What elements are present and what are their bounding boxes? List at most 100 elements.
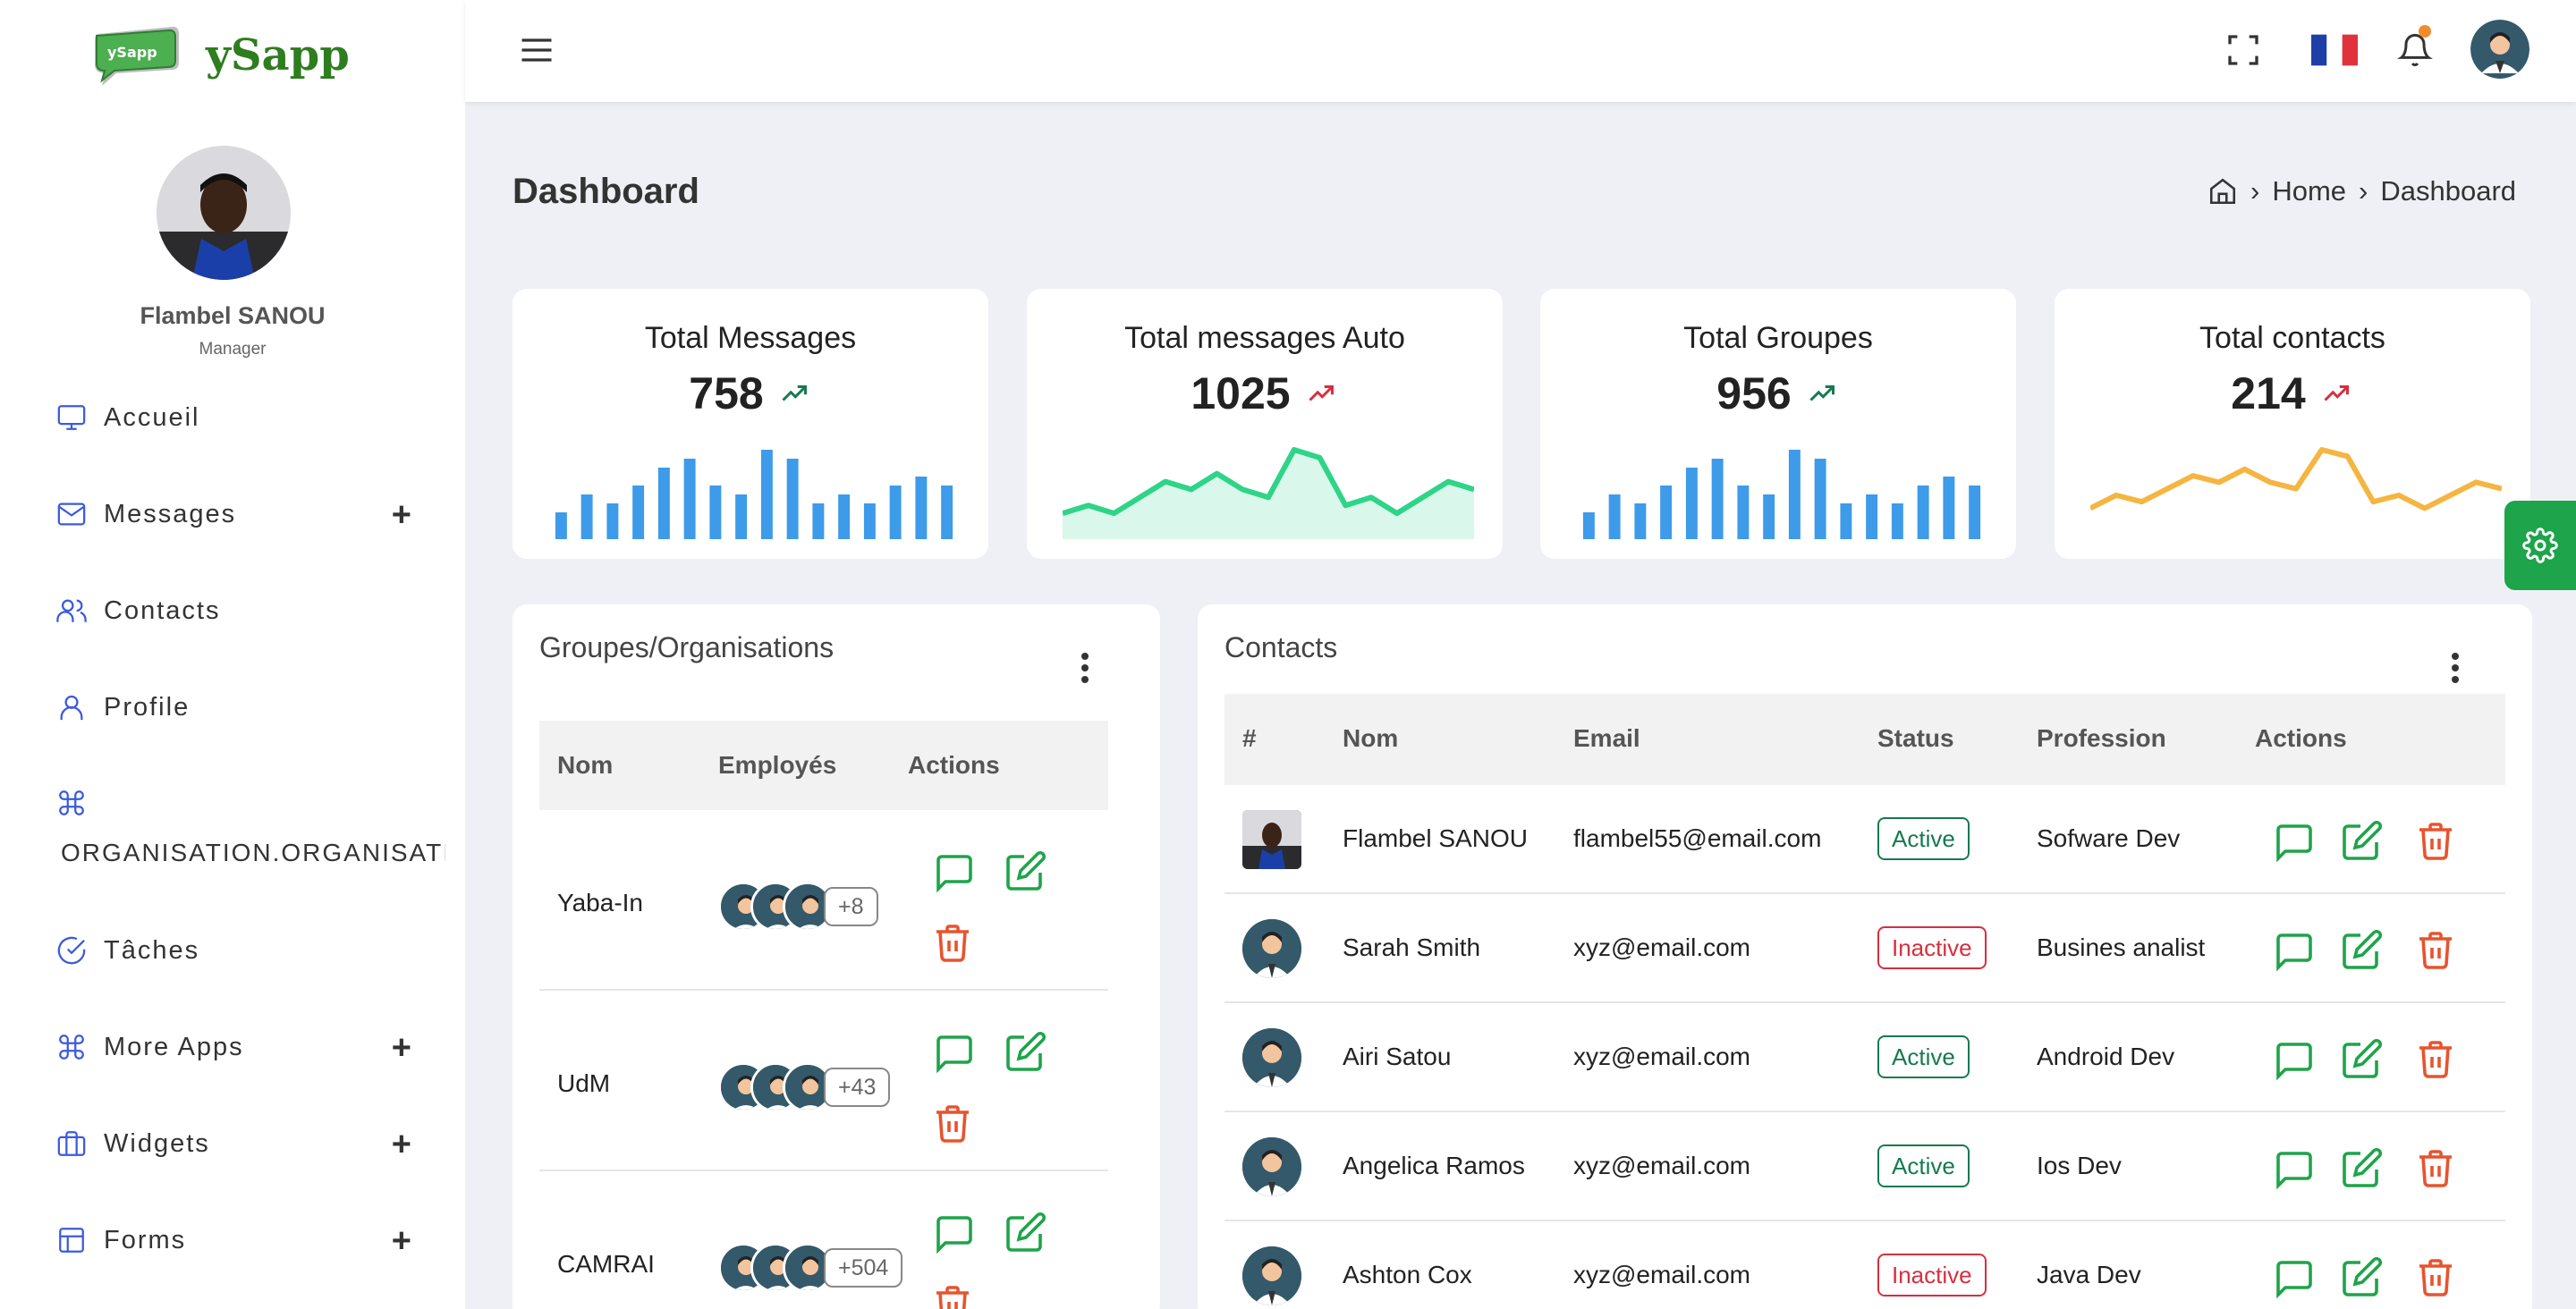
top-bar — [465, 0, 2576, 102]
group-name: CAMRAI — [557, 1250, 655, 1278]
expand-plus-icon[interactable]: + — [392, 496, 411, 535]
employee-avatars[interactable]: +504 — [718, 1241, 903, 1295]
message-icon[interactable] — [933, 851, 976, 894]
edit-icon[interactable] — [1004, 1030, 1047, 1073]
panel-title: Contacts — [1224, 631, 1338, 663]
contact-profession: Busines analist — [2037, 933, 2206, 961]
table-row: Flambel SANOU flambel55@email.com Active… — [1224, 785, 2505, 894]
edit-icon[interactable] — [2341, 1037, 2384, 1080]
chart-bar — [657, 468, 670, 539]
sidebar-item-forms[interactable]: Forms + — [52, 1213, 445, 1267]
message-icon[interactable] — [2273, 930, 2316, 973]
trash-icon[interactable] — [931, 1102, 974, 1144]
avatar — [1242, 810, 1301, 869]
brand-logo[interactable]: ySapp ySapp — [89, 21, 350, 89]
group-name: UdM — [557, 1069, 611, 1097]
page-title: Dashboard — [513, 172, 699, 211]
trash-icon[interactable] — [2414, 1255, 2457, 1298]
breadcrumb-current: Dashboard — [2380, 175, 2517, 207]
employee-avatars[interactable]: +8 — [718, 880, 878, 933]
message-icon[interactable] — [933, 1032, 976, 1075]
chart-bar — [1917, 486, 1929, 539]
message-icon[interactable] — [2273, 1257, 2316, 1300]
stat-title: Total Messages — [644, 321, 857, 355]
chart-bar — [735, 494, 748, 539]
stat-card-messages: Total Messages 758 — [513, 289, 988, 559]
expand-plus-icon[interactable]: + — [392, 1029, 411, 1068]
chevron-right-icon: › — [2359, 175, 2368, 207]
more-vertical-icon[interactable] — [1067, 646, 1103, 690]
table-row: UdM +43 — [539, 991, 1108, 1171]
sidebar-item-label: Forms — [104, 1225, 187, 1254]
profile-role: Manager — [199, 340, 267, 359]
sidebar-item-accueil[interactable]: Accueil — [52, 391, 445, 444]
column-header: Nom — [557, 751, 614, 779]
chart-bar — [1969, 486, 1981, 539]
user-icon — [52, 688, 91, 727]
trash-icon[interactable] — [2414, 1037, 2457, 1080]
employee-avatars[interactable]: +43 — [718, 1060, 891, 1114]
home-icon[interactable] — [2207, 176, 2238, 207]
sidebar-item-contacts[interactable]: Contacts — [52, 584, 445, 638]
sidebar-item-organisation[interactable]: ORGANISATION.ORGANISATIO — [52, 778, 445, 876]
column-header: Status — [1877, 724, 1954, 752]
contact-email: xyz@email.com — [1573, 933, 1751, 961]
trash-icon[interactable] — [2414, 928, 2457, 971]
message-icon[interactable] — [2273, 1039, 2316, 1082]
contact-name: Flambel SANOU — [1343, 824, 1528, 852]
expand-plus-icon[interactable]: + — [392, 1126, 411, 1164]
message-icon[interactable] — [2273, 1148, 2316, 1191]
chart-bar — [1634, 503, 1647, 539]
sidebar-item-more-apps[interactable]: More Apps + — [52, 1020, 445, 1074]
stat-card-contacts: Total contacts 214 — [2055, 289, 2530, 559]
chart-bar — [863, 503, 876, 539]
edit-icon[interactable] — [2341, 1146, 2384, 1189]
column-header: Profession — [2037, 724, 2166, 752]
breadcrumb-home[interactable]: Home — [2272, 175, 2346, 207]
trash-icon[interactable] — [2414, 819, 2457, 862]
stat-title: Total contacts — [2199, 321, 2385, 355]
sidebar-item-messages[interactable]: Messages + — [52, 487, 445, 541]
chart-bar — [1660, 486, 1673, 539]
sidebar-item-label: Widgets — [104, 1128, 210, 1158]
chart-bar — [889, 486, 902, 539]
column-header: Email — [1573, 724, 1640, 752]
sidebar-item-label: Tâches — [104, 935, 200, 965]
layout-icon — [52, 1220, 91, 1260]
edit-icon[interactable] — [2341, 1255, 2384, 1298]
profile-avatar[interactable] — [157, 146, 291, 280]
chart-bar — [1814, 459, 1826, 539]
fullscreen-icon[interactable] — [2216, 23, 2270, 77]
message-icon[interactable] — [933, 1212, 976, 1255]
edit-icon[interactable] — [2341, 928, 2384, 971]
profile-name: Flambel SANOU — [140, 302, 326, 329]
sidebar-item-widgets[interactable]: Widgets + — [52, 1117, 445, 1170]
more-vertical-icon[interactable] — [2437, 646, 2473, 690]
contact-name: Sarah Smith — [1343, 933, 1481, 961]
edit-icon[interactable] — [2341, 819, 2384, 862]
more-count-badge[interactable]: +8 — [824, 887, 878, 926]
trash-icon[interactable] — [2414, 1146, 2457, 1189]
breadcrumb: › Home › Dashboard — [2207, 175, 2516, 207]
chart-bar — [1685, 468, 1698, 539]
menu-hamburger-icon[interactable] — [517, 30, 556, 70]
table-row: Angelica Ramos xyz@email.com Active Ios … — [1224, 1112, 2505, 1221]
trash-icon[interactable] — [931, 1282, 974, 1309]
more-count-badge[interactable]: +504 — [824, 1248, 903, 1288]
sidebar-item-profile[interactable]: Profile — [52, 680, 445, 734]
notification-bell-icon[interactable] — [2388, 23, 2442, 77]
settings-toggle-button[interactable] — [2504, 501, 2576, 590]
trash-icon[interactable] — [931, 921, 974, 964]
edit-icon[interactable] — [1004, 849, 1047, 892]
header-avatar[interactable] — [2470, 20, 2529, 79]
chart-bar — [1943, 477, 1955, 539]
expand-plus-icon[interactable]: + — [392, 1222, 411, 1261]
edit-icon[interactable] — [1004, 1211, 1047, 1254]
gear-icon — [2522, 528, 2558, 563]
chart-bar — [555, 512, 567, 539]
more-count-badge[interactable]: +43 — [824, 1068, 891, 1107]
france-flag-icon[interactable] — [2308, 23, 2361, 77]
stat-mini-chart — [555, 450, 953, 539]
sidebar-item-taches[interactable]: Tâches — [52, 924, 445, 977]
message-icon[interactable] — [2273, 821, 2316, 864]
